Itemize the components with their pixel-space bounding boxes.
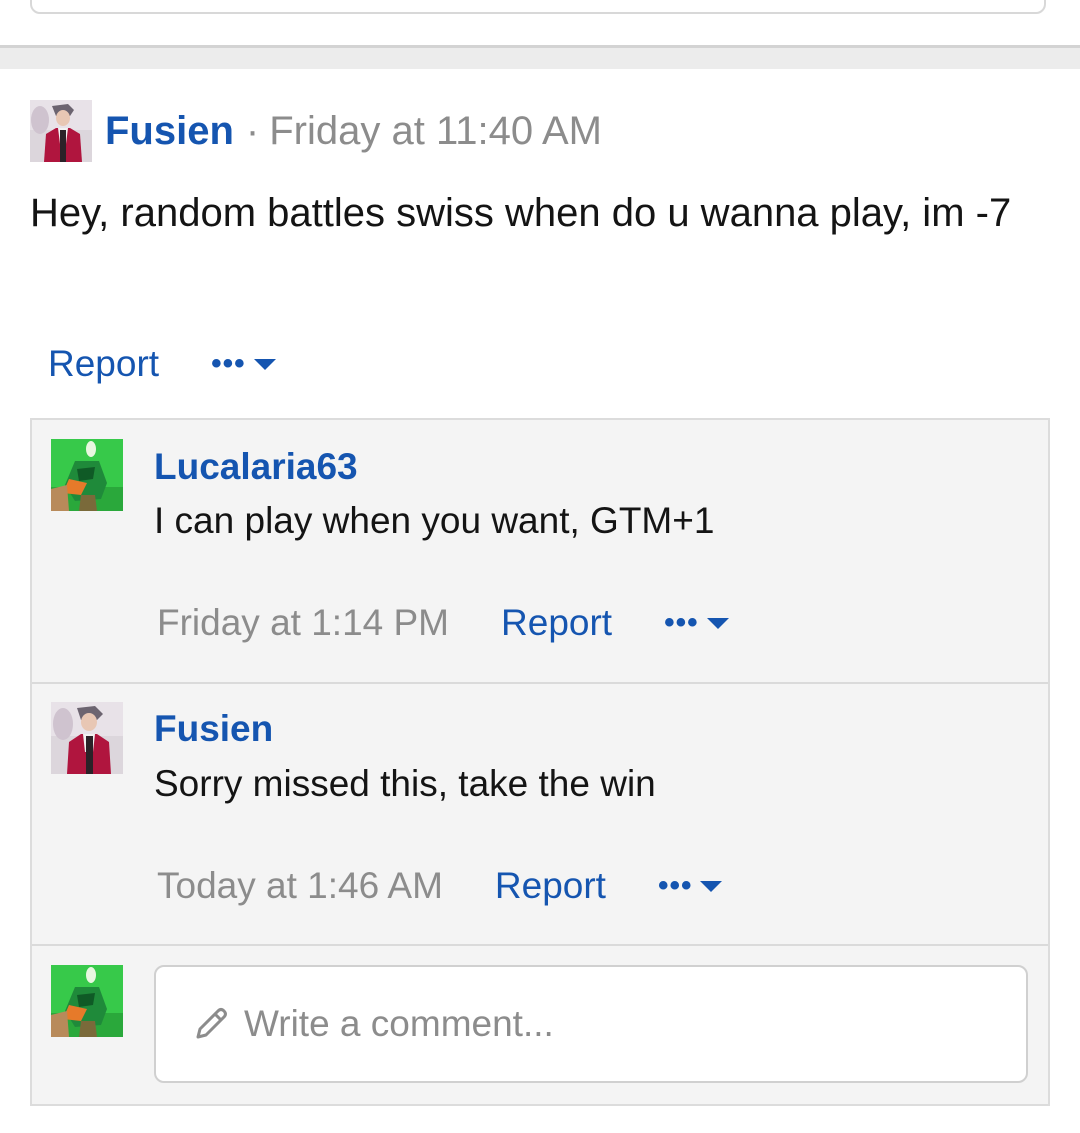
comment-timestamp[interactable]: Friday at 1:14 PM — [157, 602, 449, 644]
comment-timestamp[interactable]: Today at 1:46 AM — [157, 865, 443, 907]
caret-down-icon — [706, 617, 729, 629]
pencil-icon — [196, 1008, 227, 1039]
post-more-menu-button[interactable]: ••• — [211, 349, 276, 379]
comment-divider — [32, 944, 1048, 946]
ellipsis-icon: ••• — [664, 606, 699, 639]
caret-down-icon — [253, 358, 276, 370]
comment-report-link[interactable]: Report — [501, 602, 612, 644]
caret-down-icon — [700, 880, 723, 892]
post-timestamp[interactable]: Friday at 11:40 AM — [269, 109, 602, 154]
comment-report-link[interactable]: Report — [495, 865, 606, 907]
avatar-lucalaria-icon — [51, 965, 123, 1037]
ellipsis-icon: ••• — [657, 869, 693, 902]
write-comment-placeholder: Write a comment... — [244, 1003, 554, 1044]
comments-section: Lucalaria63 I can play when you want, GT… — [30, 418, 1050, 1106]
comment-more-menu-button[interactable]: ••• — [664, 608, 729, 638]
comment-author-link[interactable]: Lucalaria63 — [154, 446, 358, 488]
post-author-link[interactable]: Fusien — [105, 109, 234, 154]
meta-separator: · — [245, 108, 260, 153]
ellipsis-icon: ••• — [211, 347, 246, 380]
write-comment-input[interactable]: Write a comment... — [154, 965, 1028, 1083]
comment-author-link[interactable]: Fusien — [154, 708, 273, 750]
post-report-link[interactable]: Report — [48, 343, 159, 385]
comment-divider — [32, 682, 1048, 684]
avatar-fusien-icon[interactable] — [30, 100, 92, 162]
post-header: Fusien · Friday at 11:40 AM — [30, 100, 602, 162]
post-body-text: Hey, random battles swiss when do u wann… — [30, 191, 1012, 235]
avatar-lucalaria-icon[interactable] — [51, 439, 123, 511]
comment-actions: Friday at 1:14 PM Report ••• — [157, 596, 729, 650]
comment-more-menu-button[interactable]: ••• — [658, 871, 723, 901]
avatar-fusien-icon[interactable] — [51, 702, 123, 774]
post-actions: Report ••• — [48, 337, 276, 391]
previous-post-card — [30, 0, 1046, 14]
post-separator — [0, 45, 1080, 69]
comment-text: Sorry missed this, take the win — [154, 763, 656, 804]
comment-actions: Today at 1:46 AM Report ••• — [157, 859, 723, 913]
comment-text: I can play when you want, GTM+1 — [154, 500, 715, 541]
